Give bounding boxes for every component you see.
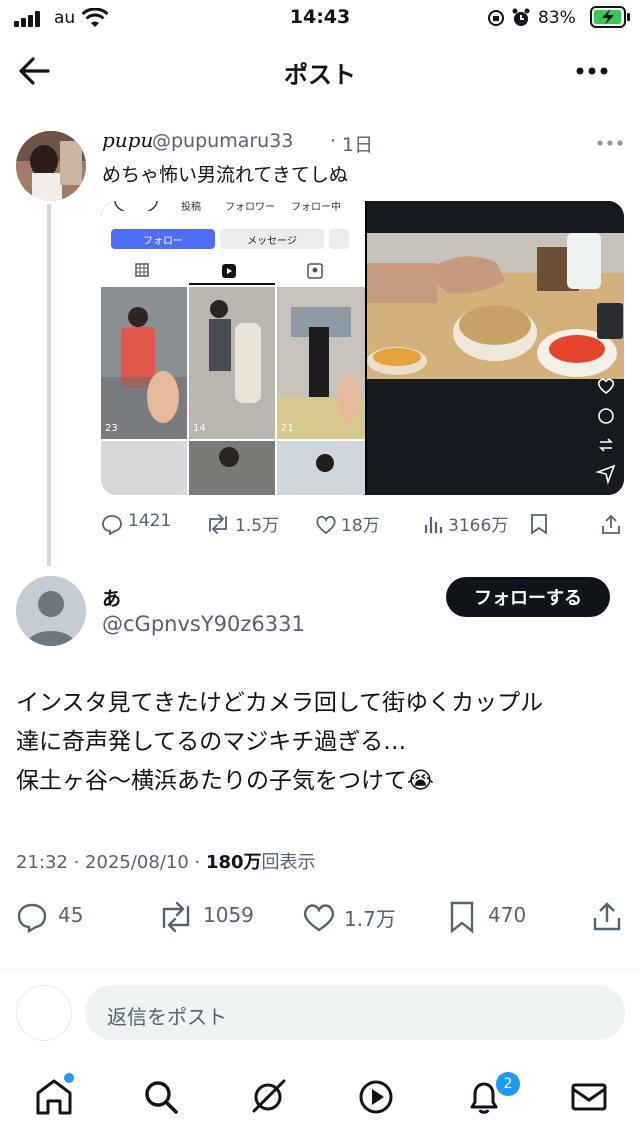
separator-dot: · <box>330 130 337 152</box>
status-bar: au 14:43 83% <box>0 0 640 36</box>
reel-view-count: 14 <box>193 423 206 434</box>
messages-mail-icon[interactable] <box>569 1077 609 1117</box>
media-follow-button: フォロー <box>111 229 215 249</box>
reel-view-count: 21 <box>281 423 294 434</box>
avatar-default[interactable] <box>16 576 86 646</box>
post-text-line: 保土ヶ谷〜横浜あたりの子気をつけて <box>16 768 407 794</box>
reels-grid <box>101 287 365 495</box>
post-meta: 21:32 · 2025/08/10 · 180万回表示 <box>16 852 316 873</box>
alarm-icon <box>512 8 530 26</box>
post-time: 21:32 <box>16 852 68 873</box>
battery-charging-icon <box>590 6 630 28</box>
view-count: 3166万 <box>448 516 509 536</box>
page-title: ポスト <box>284 61 356 89</box>
reply-placeholder: 返信をポスト <box>107 1005 227 1029</box>
media-video-right <box>367 201 624 495</box>
views-label[interactable]: 回表示 <box>262 852 316 873</box>
post-media[interactable]: 投稿 フォロワー フォロー中 フォロー メッセージ 23 14 21 <box>101 201 624 495</box>
follow-button[interactable]: フォローする <box>446 577 610 617</box>
search-icon[interactable] <box>141 1077 181 1117</box>
repost-count: 1059 <box>203 903 254 927</box>
media-message-button: メッセージ <box>220 229 324 249</box>
handle[interactable]: @cGpnvsY90z6331 <box>102 612 305 636</box>
profile-stat-label: 投稿 <box>181 202 201 213</box>
tagged-icon <box>307 263 323 279</box>
post-age: 1日 <box>342 134 374 156</box>
like-icon[interactable] <box>314 513 338 535</box>
reply-icon[interactable] <box>16 901 48 933</box>
avatar[interactable] <box>16 131 86 201</box>
repost-count: 1.5万 <box>235 516 280 536</box>
post-text-line: インスタ見てきたけどカメラ回して街ゆくカップル <box>16 690 544 716</box>
reply-icon[interactable] <box>101 513 123 535</box>
user-avatar <box>16 985 72 1041</box>
reply-count: 1421 <box>128 511 172 531</box>
post-date: 2025/08/10 <box>85 852 189 873</box>
orientation-lock-icon <box>488 10 504 26</box>
add-person-icon <box>329 229 349 249</box>
notification-badge: 2 <box>494 1070 522 1098</box>
video-icon[interactable] <box>356 1077 396 1117</box>
divider <box>0 969 640 970</box>
display-name[interactable]: pupu <box>102 128 153 152</box>
reels-icon <box>222 264 236 278</box>
more-options-icon[interactable] <box>575 66 609 76</box>
share-icon[interactable] <box>600 513 622 535</box>
profile-stat-label: フォロワー <box>225 202 275 213</box>
post-text: インスタ見てきたけどカメラ回して街ゆくカップル 達に奇声発してるのマジキチ過ぎる… <box>16 684 626 801</box>
post-text-line-with-emoji: 保土ヶ谷〜横浜あたりの子気をつけて😭 <box>16 762 626 801</box>
profile-stat-label: フォロー中 <box>291 202 341 213</box>
reply-count: 45 <box>58 903 84 927</box>
bookmark-icon[interactable] <box>530 513 548 535</box>
handle[interactable]: @pupumaru33 <box>152 130 293 152</box>
post-text: めちゃ怖い男流れてきてしぬ <box>102 164 348 186</box>
home-notification-dot <box>62 1071 76 1085</box>
grid-icon <box>135 263 149 277</box>
video-action-rail <box>595 378 616 485</box>
crying-emoji: 😭 <box>407 768 434 794</box>
repost-icon[interactable] <box>157 901 195 933</box>
bookmark-count: 470 <box>488 903 527 927</box>
battery-percent: 83% <box>538 8 576 28</box>
like-icon[interactable] <box>301 901 337 933</box>
grok-icon[interactable] <box>248 1077 288 1117</box>
like-count: 1.7万 <box>344 907 396 931</box>
repost-icon[interactable] <box>205 513 231 535</box>
bookmark-icon[interactable] <box>449 900 475 934</box>
food-video-frame <box>367 233 624 379</box>
reel-view-count: 23 <box>105 423 118 434</box>
profile-avatar-crop <box>114 201 158 211</box>
share-icon[interactable] <box>591 900 623 932</box>
active-tab-indicator <box>189 283 275 285</box>
display-name[interactable]: あ <box>102 584 121 611</box>
views-number[interactable]: 180万 <box>206 852 262 873</box>
post-more-icon[interactable] <box>597 139 623 147</box>
media-screenshot-left: 投稿 フォロワー フォロー中 フォロー メッセージ 23 14 21 <box>101 201 365 495</box>
views-icon[interactable] <box>423 513 443 535</box>
thread-connector <box>47 204 51 566</box>
post-text-line: 達に奇声発してるのマジキチ過ぎる… <box>16 729 407 755</box>
like-count: 18万 <box>341 516 380 536</box>
